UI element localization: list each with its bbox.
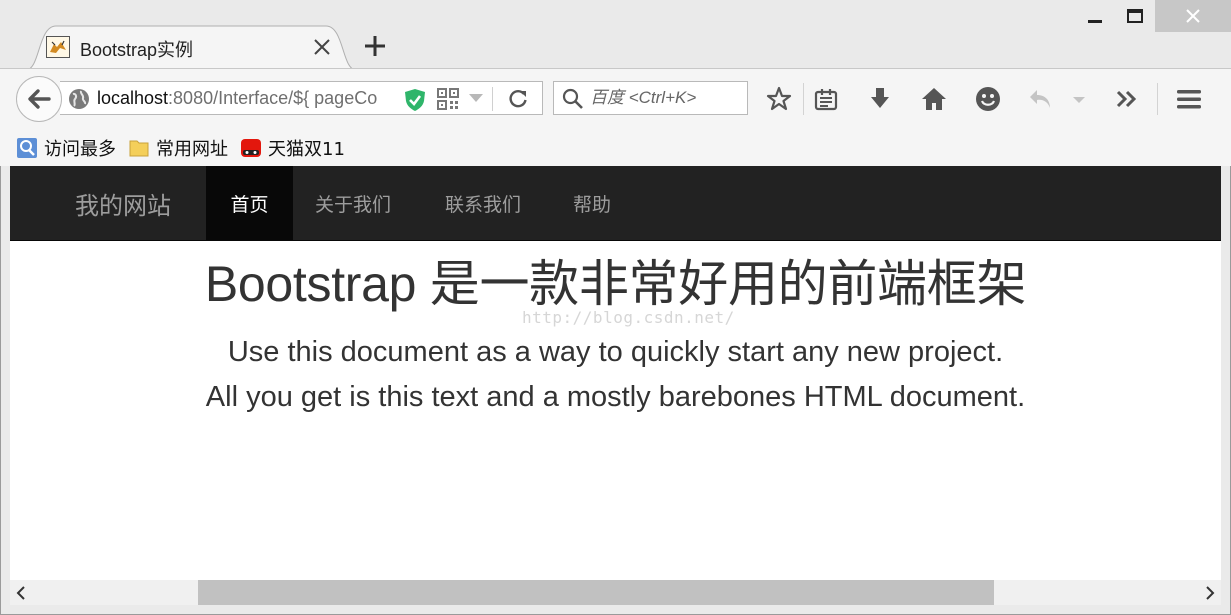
back-arrow-icon <box>28 89 51 109</box>
bookmark-label: 天猫双11 <box>268 139 345 160</box>
url-separator <box>492 87 493 111</box>
bookmark-most-visited[interactable]: 访问最多 <box>16 135 116 161</box>
title-bar: Bootstrap实例 <box>0 0 1231 70</box>
url-path: :8080/Interface/${ pageCo <box>168 88 378 108</box>
menu-icon[interactable] <box>1176 86 1202 112</box>
qr-code-icon[interactable] <box>437 88 459 110</box>
scroll-left-button[interactable] <box>10 580 32 605</box>
tmall-icon <box>241 139 261 157</box>
back-button[interactable] <box>16 76 62 122</box>
lead-text-2: All you get is this text and a mostly ba… <box>205 381 1026 413</box>
watermark: http://blog.csdn.net/ <box>522 308 735 327</box>
maximize-button[interactable] <box>1115 0 1155 32</box>
bookmarks-toolbar: 访问最多 常用网址 天猫双11 <box>0 130 1231 166</box>
download-icon[interactable] <box>867 86 893 112</box>
close-icon <box>1186 9 1200 23</box>
reload-icon[interactable] <box>507 88 529 110</box>
navigation-toolbar: localhost:8080/Interface/${ pageCo <box>0 68 1231 131</box>
shield-icon[interactable] <box>404 88 426 112</box>
nav-item-about[interactable]: 关于我们 <box>315 166 391 241</box>
site-brand[interactable]: 我的网站 <box>75 186 171 221</box>
browser-tab[interactable]: Bootstrap实例 <box>26 24 356 70</box>
reading-list-icon[interactable] <box>813 86 839 112</box>
search-input[interactable] <box>590 82 740 114</box>
bookmark-common-sites[interactable]: 常用网址 <box>128 135 228 161</box>
page-viewport: 我的网站 首页 关于我们 联系我们 帮助 Bootstrap 是一款非常好用的前… <box>10 166 1221 580</box>
nav-item-help[interactable]: 帮助 <box>573 166 611 241</box>
minimize-icon <box>1088 20 1102 23</box>
scroll-right-button[interactable] <box>1199 580 1221 605</box>
folder-icon <box>129 140 149 157</box>
page-title: Bootstrap 是一款非常好用的前端框架 <box>204 256 1027 312</box>
new-tab-icon[interactable] <box>362 33 388 59</box>
url-bar[interactable]: localhost:8080/Interface/${ pageCo <box>60 81 543 115</box>
window-controls <box>1075 0 1231 32</box>
url-text[interactable]: localhost:8080/Interface/${ pageCo <box>97 88 393 109</box>
toolbar-separator <box>1157 83 1158 115</box>
close-window-button[interactable] <box>1155 0 1231 32</box>
minimize-button[interactable] <box>1075 0 1115 32</box>
chevron-left-icon <box>16 585 25 600</box>
overflow-icon[interactable] <box>1114 86 1140 112</box>
bookmark-label: 访问最多 <box>44 139 116 160</box>
undo-dropdown-icon[interactable] <box>1068 86 1090 112</box>
maximize-icon <box>1127 9 1143 23</box>
tomcat-favicon-icon <box>46 36 70 58</box>
horizontal-scrollbar[interactable] <box>10 580 1221 605</box>
bookmark-label: 常用网址 <box>156 139 228 160</box>
smiley-icon[interactable] <box>975 86 1001 112</box>
url-dropdown-icon[interactable] <box>468 93 484 103</box>
globe-icon <box>69 89 89 109</box>
nav-item-contact[interactable]: 联系我们 <box>445 166 521 241</box>
undo-icon[interactable] <box>1028 86 1054 112</box>
search-icon <box>562 88 583 109</box>
chevron-right-icon <box>1206 585 1215 600</box>
most-visited-icon <box>17 138 37 158</box>
home-icon[interactable] <box>921 86 947 112</box>
site-navbar: 我的网站 首页 关于我们 联系我们 帮助 <box>10 166 1221 241</box>
scrollbar-thumb[interactable] <box>198 580 994 605</box>
tab-title: Bootstrap实例 <box>80 40 194 60</box>
lead-text-1: Use this document as a way to quickly st… <box>227 336 1004 368</box>
toolbar-separator <box>803 83 804 115</box>
bookmark-tmall[interactable]: 天猫双11 <box>240 135 345 161</box>
url-host: localhost <box>97 88 169 108</box>
nav-item-home[interactable]: 首页 <box>206 166 293 241</box>
tab-close-icon[interactable] <box>312 37 332 57</box>
search-bar[interactable] <box>553 81 748 115</box>
star-icon[interactable] <box>766 86 792 112</box>
